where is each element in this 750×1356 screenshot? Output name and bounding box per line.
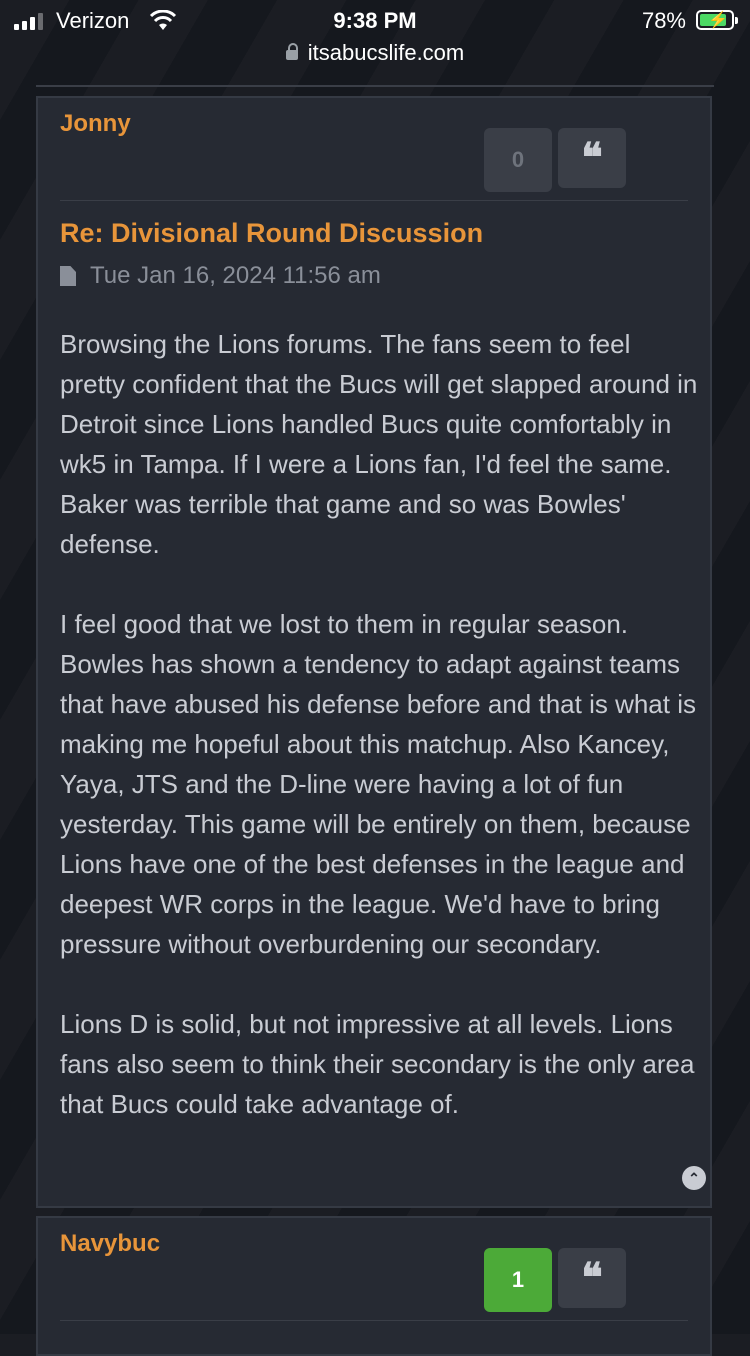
post-card: Jonny 0 ❝ Re: Divisional Round Discussio…: [36, 96, 712, 1208]
quote-button[interactable]: ❝: [558, 128, 626, 188]
quote-icon: ❝: [581, 134, 603, 181]
post-paragraph: Lions D is solid, but not impressive at …: [60, 1009, 695, 1119]
post-title[interactable]: Re: Divisional Round Discussion: [60, 218, 483, 249]
like-button[interactable]: 0: [484, 128, 552, 192]
status-bar: Verizon 9:38 PM 78% ⚡ itsabucslife.com: [0, 0, 750, 65]
divider: [60, 200, 688, 201]
post-date: Tue Jan 16, 2024 11:56 am: [90, 262, 381, 289]
scroll-top-icon[interactable]: ⌃: [682, 1166, 706, 1190]
lock-icon: [285, 43, 298, 60]
battery-percent: 78%: [641, 8, 686, 33]
divider: [60, 1320, 688, 1321]
quote-button[interactable]: ❝: [558, 1248, 626, 1308]
post-paragraph: I feel good that we lost to them in regu…: [60, 609, 696, 959]
divider: [36, 85, 714, 87]
post-card: Navybuc 1 ❝: [36, 1216, 712, 1356]
post-body: Browsing the Lions forums. The fans seem…: [60, 324, 700, 1164]
post-author[interactable]: Jonny: [60, 110, 131, 138]
clock: 9:38 PM: [333, 8, 417, 33]
url-bar[interactable]: itsabucslife.com: [0, 40, 750, 66]
post-paragraph: Browsing the Lions forums. The fans seem…: [60, 329, 698, 559]
post-author[interactable]: Navybuc: [60, 1230, 160, 1258]
battery-charging-icon: ⚡: [696, 10, 738, 30]
quote-icon: ❝: [581, 1254, 603, 1301]
document-icon: [60, 266, 76, 286]
post-meta: Tue Jan 16, 2024 11:56 am: [60, 262, 381, 290]
url-text: itsabucslife.com: [307, 40, 465, 65]
like-button[interactable]: 1: [484, 1248, 552, 1312]
